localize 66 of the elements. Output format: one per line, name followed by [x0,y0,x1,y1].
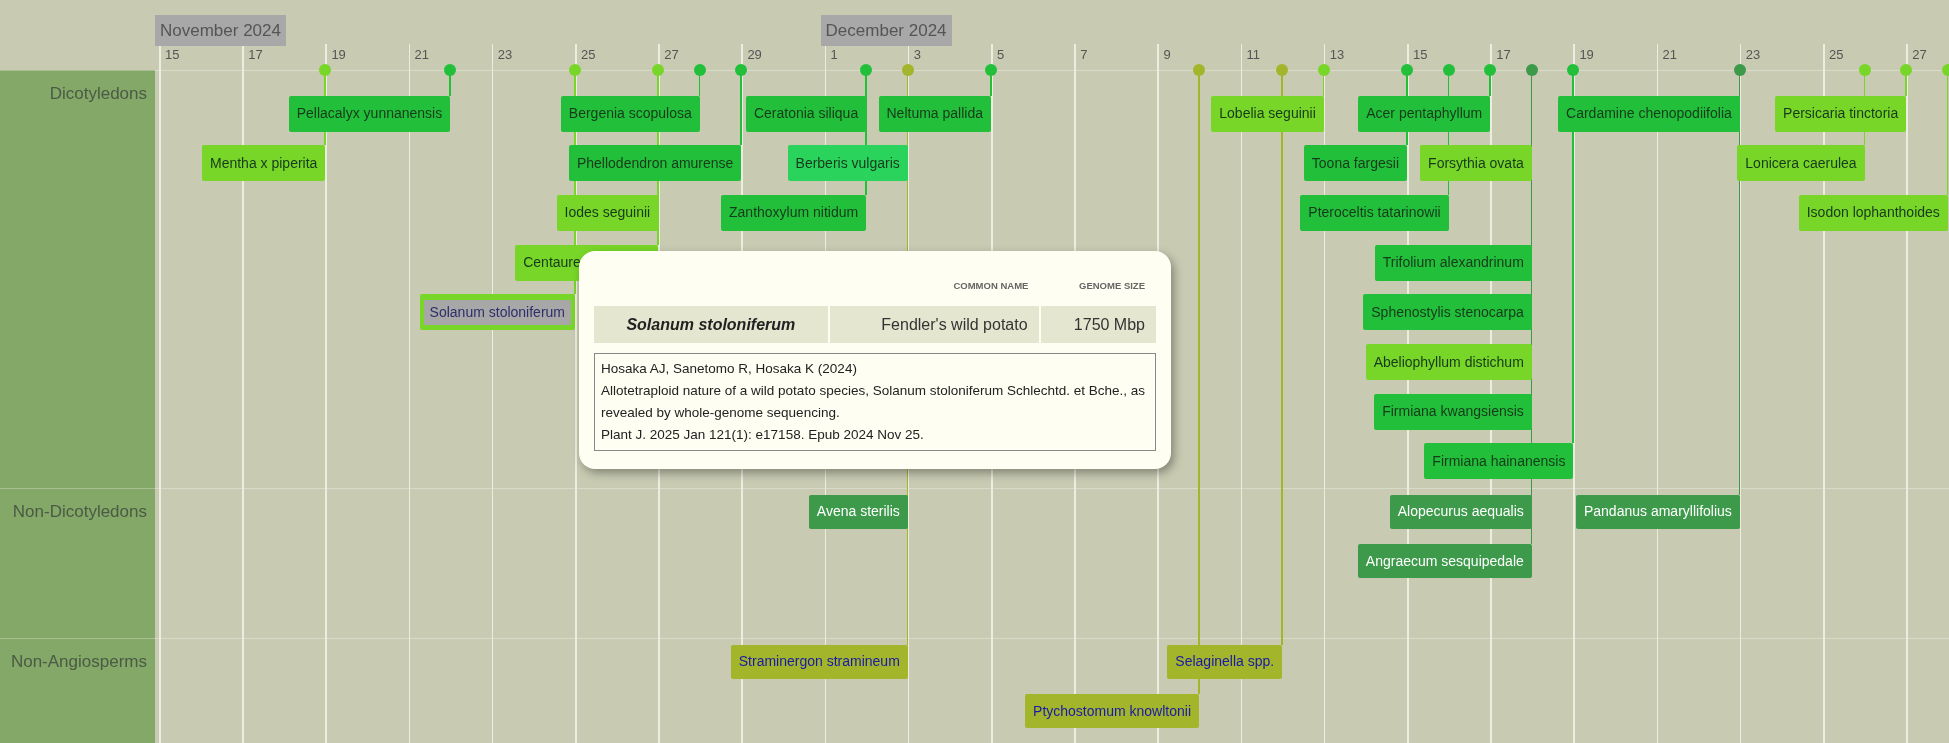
species-tag[interactable]: Selaginella spp. [1167,644,1283,679]
species-tag[interactable]: Sphenostylis stenocarpa [1363,294,1532,331]
species-tag[interactable]: Solanum stoloniferum [419,294,575,331]
band-label: Non-Angiosperms [10,651,147,673]
date-tick-label: 23 [497,46,513,64]
species-tag[interactable]: Firmiana kwangsiensis [1374,393,1532,430]
species-tag[interactable]: Isodon lophanthoides [1798,194,1948,231]
date-tick-label: 29 [747,46,762,64]
species-tag[interactable]: Ceratonia siliqua [745,95,867,132]
species-tag[interactable]: Straminergon stramineum [730,644,908,679]
species-tag[interactable]: Trifolium alexandrinum [1374,244,1532,281]
species-tag[interactable]: Pandanus amaryllifolius [1575,494,1740,529]
species-tag[interactable]: Toona fargesii [1303,145,1407,182]
column-header: GENOME SIZE [1078,279,1146,293]
date-tick-label: 11 [1246,46,1261,64]
date-tick-label: 9 [1163,46,1171,64]
species-tag[interactable]: Bergenia scopulosa [560,95,700,132]
citation-text: Hosaka AJ, Sanetomo R, Hosaka K (2024) [601,360,858,379]
species-tag[interactable]: Neltuma pallida [878,95,991,132]
species-tag[interactable]: Abeliophyllum distichum [1365,344,1532,380]
species-tag[interactable]: Pellacalyx yunnanensis [288,95,451,132]
date-tick-label: 19 [1579,46,1594,64]
species-tag[interactable]: Firmiana hainanensis [1424,443,1574,480]
species-tag[interactable]: Persicaria tinctoria [1775,95,1907,132]
column-header: COMMON NAME [952,279,1030,293]
band-label: Dicotyledons [49,83,147,105]
species-tag[interactable]: Zanthoxylum nitidum [721,194,867,231]
species-tag[interactable]: Acer pentaphyllum [1358,95,1491,132]
date-tick-label: 15 [165,46,180,64]
month-label: November 2024 [155,15,286,46]
species-tag[interactable]: Forsythia ovata [1420,145,1532,182]
date-tick-label: 19 [331,46,346,64]
date-tick-label: 3 [913,46,922,64]
species-tag[interactable]: Lobelia seguinii [1211,95,1324,132]
date-tick-label: 17 [248,46,263,64]
date-tick-label: 27 [664,46,679,64]
date-tick-label: 25 [1829,46,1844,64]
date-tick-label: 7 [1080,46,1088,64]
date-tick-label: 27 [1912,46,1927,64]
date-tick-label: 5 [997,46,1005,64]
species-tag[interactable]: Avena sterilis [808,494,908,529]
date-tick-label: 25 [581,46,596,64]
month-label: December 2024 [820,15,952,46]
species-tag[interactable]: Cardamine chenopodiifolia [1558,95,1740,132]
citation-text: Allotetraploid nature of a wild potato species, Solanum stoloniferum Schlechtd. et Bche., as revealed by whole-genome sequencing. [601,382,1147,423]
species-cell: Solanum stoloniferum [594,306,828,344]
date-tick-label: 23 [1745,46,1761,64]
species-tag[interactable]: Alopecurus aequalis [1389,494,1532,529]
citation-text: Plant J. 2025 Jan 121(1): e17158. Epub 2024 Nov 25. [601,426,925,445]
species-tag[interactable]: Lonicera caerulea [1737,145,1865,182]
species-tag[interactable]: Ptychostomum knowltonii [1025,694,1199,729]
date-tick-label: 21 [414,46,430,64]
date-tick-label: 13 [1329,46,1345,64]
species-tag[interactable]: Angraecum sesquipedale [1357,544,1532,579]
date-tick-label: 15 [1413,46,1428,64]
species-tag[interactable]: Pteroceltis tatarinowii [1300,194,1449,231]
genome-size-cell: 1750 Mbp [1040,306,1156,344]
date-tick-label: 21 [1662,46,1678,64]
species-tag[interactable]: Phellodendron amurense [568,145,742,182]
species-tag[interactable]: Iodes seguinii [556,194,659,231]
species-tag[interactable]: Mentha x piperita [202,145,326,182]
species-tag[interactable]: Berberis vulgaris [787,145,908,182]
band-label: Non-Dicotyledons [12,501,147,523]
date-tick-label: 17 [1496,46,1511,64]
date-tick-label: 1 [830,46,838,64]
common-name-cell: Fendler's wild potato [829,306,1039,344]
